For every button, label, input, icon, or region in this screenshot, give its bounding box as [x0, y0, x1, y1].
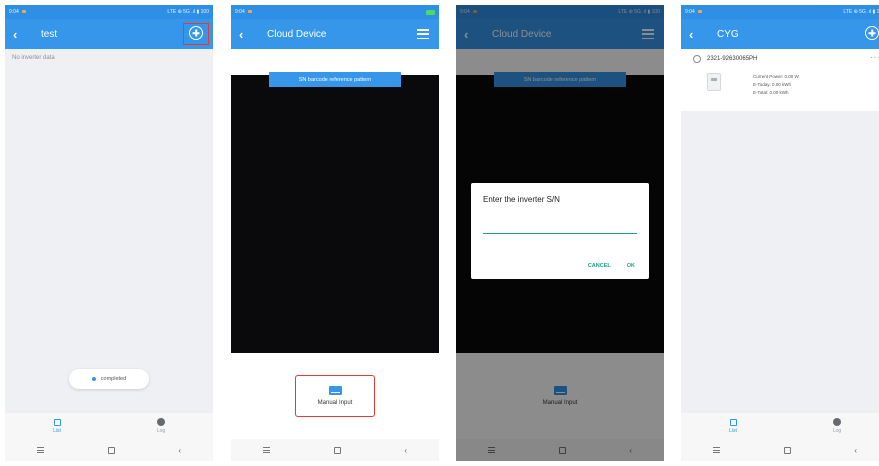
keyboard-icon	[328, 386, 342, 395]
system-nav-bar: ‹	[231, 439, 439, 461]
menu-icon	[417, 29, 429, 39]
current-power: Current Power: 0.00 W	[753, 74, 799, 79]
list-icon	[53, 418, 61, 426]
status-icons: LTE ⊕ 5G .ıl ▮ 100	[843, 9, 879, 15]
phone-screen-sn-dialog: 9:04 LTE ⊕ 5G .ıl ▮ 100 ‹ Cloud Device S…	[456, 5, 664, 461]
menu-button[interactable]	[417, 29, 429, 39]
system-back-icon[interactable]: ‹	[178, 446, 181, 455]
system-back-icon[interactable]: ‹	[404, 446, 407, 455]
inverter-icon	[707, 73, 721, 91]
status-time: 9:04	[685, 9, 695, 15]
system-nav-bar: ‹	[681, 439, 879, 461]
camera-viewfinder	[231, 75, 439, 353]
more-options-icon[interactable]: ···	[870, 53, 879, 62]
tab-list[interactable]: List	[5, 413, 109, 439]
status-time: 9:04	[235, 9, 245, 15]
status-time: 9:04	[9, 9, 19, 15]
title-bar: ‹ CYG	[681, 19, 879, 49]
sn-input-field[interactable]	[483, 220, 637, 234]
page-title: test	[41, 28, 58, 40]
empty-state-text: No inverter data	[12, 55, 55, 61]
manual-input-button[interactable]: Manual Input	[295, 375, 375, 417]
recent-apps-icon[interactable]	[262, 447, 270, 453]
device-serial: 2321-92630065PH	[707, 56, 758, 62]
tab-list[interactable]: List	[681, 413, 785, 439]
highlight-frame	[183, 23, 209, 45]
list-icon	[729, 418, 737, 426]
recent-apps-icon[interactable]	[712, 447, 720, 453]
back-icon[interactable]: ‹	[239, 27, 257, 42]
tab-list-label: List	[53, 427, 61, 434]
battery-icon	[426, 9, 435, 15]
status-icons: LTE ⊕ 5G .ıl ▮ 100	[167, 9, 209, 15]
system-nav-bar: ‹	[5, 439, 213, 461]
tab-bar: List Log	[681, 413, 879, 439]
home-icon[interactable]	[783, 446, 791, 454]
status-bar: 9:04 LTE ⊕ 5G .ıl ▮ 100	[681, 5, 879, 19]
cancel-button[interactable]: CANCEL	[588, 263, 611, 269]
tab-log-label: Log	[832, 428, 842, 434]
ok-button[interactable]: OK	[627, 263, 635, 269]
toast-dot-icon	[91, 377, 96, 381]
dialog-title: Enter the inverter S/N	[483, 195, 560, 204]
tab-bar: List Log	[5, 413, 213, 439]
sn-input-dialog: Enter the inverter S/N CANCEL OK	[471, 183, 649, 279]
page-title: Cloud Device	[267, 28, 327, 40]
toast-text: completed	[100, 376, 127, 382]
toast-message: completed	[69, 369, 149, 389]
tab-list-label: List	[729, 427, 737, 434]
status-bar: 9:04 LTE ⊕ 5G .ıl ▮ 100	[5, 5, 213, 19]
title-bar: ‹ Cloud Device	[231, 19, 439, 49]
home-icon[interactable]	[107, 446, 115, 454]
device-stats: Current Power: 0.00 W E-Today: 0.00 kWh …	[753, 73, 799, 97]
page-title: CYG	[717, 28, 739, 40]
tab-log[interactable]: Log	[109, 413, 213, 439]
back-icon[interactable]: ‹	[689, 27, 707, 42]
phone-screen-scan: 9:04 ‹ Cloud Device SN barcode reference…	[231, 5, 439, 461]
e-today: E-Today: 0.00 kWh	[753, 82, 792, 87]
back-icon[interactable]: ‹	[13, 27, 31, 42]
e-total: E-Total: 0.00 kWh	[753, 90, 789, 95]
add-device-button[interactable]	[865, 26, 879, 40]
manual-input-label: Manual Input	[317, 400, 353, 406]
sn-reference-banner[interactable]: SN barcode reference pattern	[269, 72, 401, 87]
home-icon[interactable]	[333, 446, 341, 454]
tab-log[interactable]: Log	[785, 413, 879, 439]
recent-apps-icon[interactable]	[36, 447, 44, 453]
title-bar: ‹ test	[5, 19, 213, 49]
phone-screen-inverter-list-empty: 9:04 LTE ⊕ 5G .ıl ▮ 100 ‹ test No invert…	[5, 5, 213, 461]
status-bar: 9:04	[231, 5, 439, 19]
tab-log-label: Log	[156, 428, 166, 434]
log-icon	[833, 418, 841, 426]
device-card[interactable]: 2321-92630065PH ··· Current Power: 0.00 …	[681, 49, 879, 111]
clock-icon	[693, 55, 701, 63]
system-back-icon[interactable]: ‹	[854, 446, 857, 455]
phone-screen-device-list: 9:04 LTE ⊕ 5G .ıl ▮ 100 ‹ CYG 2321-92630…	[681, 5, 879, 461]
plus-circle-icon	[865, 26, 879, 40]
log-icon	[157, 418, 165, 426]
